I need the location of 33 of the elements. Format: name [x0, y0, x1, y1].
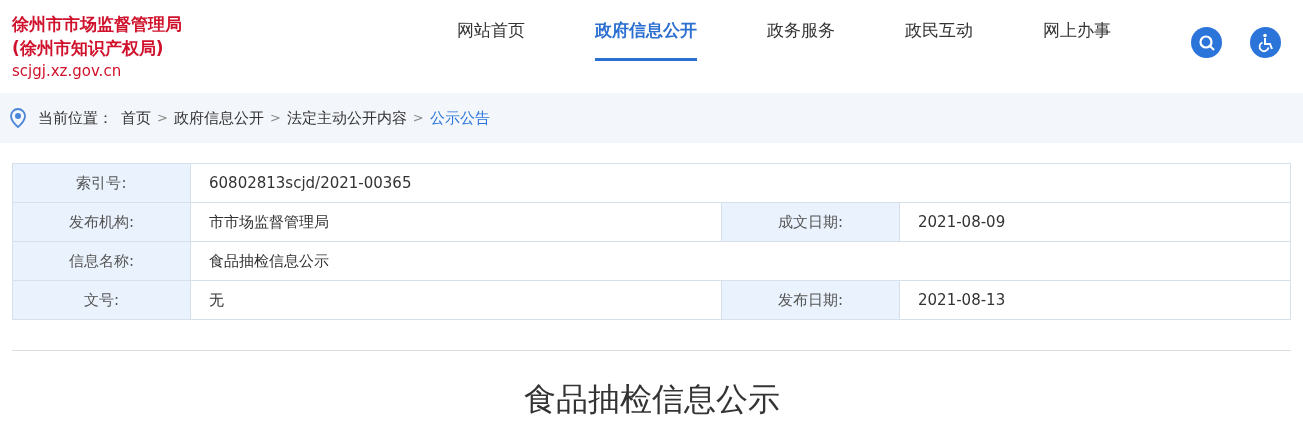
field-value: 2021-08-13 — [899, 280, 1291, 320]
field-value: 60802813scjd/2021-00365 — [190, 163, 1291, 203]
field-label: 索引号: — [12, 163, 191, 203]
field-label: 文号: — [12, 280, 191, 320]
article-title: 食品抽检信息公示 — [522, 379, 781, 420]
breadcrumb-separator: > — [157, 109, 168, 128]
nav-tab[interactable]: 政务服务 — [767, 18, 835, 61]
breadcrumb-link[interactable]: 政府信息公开 — [173, 106, 264, 130]
breadcrumb-separator: > — [269, 109, 281, 128]
nav-tab[interactable]: 网站首页 — [457, 18, 525, 61]
breadcrumb-link[interactable]: 首页 — [121, 106, 151, 130]
search-button[interactable] — [1191, 27, 1222, 58]
field-value: 市市场监督管理局 — [190, 202, 722, 242]
location-pin-icon — [10, 108, 26, 128]
field-label: 发布机构: — [12, 202, 191, 242]
breadcrumb-link[interactable]: 公示公告 — [429, 106, 490, 130]
field-value: 2021-08-09 — [899, 202, 1291, 242]
field-label: 成文日期: — [721, 202, 900, 242]
breadcrumb-link[interactable]: 法定主动公开内容 — [286, 106, 407, 130]
nav-tab[interactable]: 网上办事 — [1043, 18, 1111, 61]
search-icon — [1197, 33, 1216, 52]
site-domain: scjgj.xz.gov.cn — [12, 60, 123, 82]
field-value: 食品抽检信息公示 — [190, 241, 1291, 281]
breadcrumb-separator: > — [412, 109, 424, 128]
nav-tab[interactable]: 政府信息公开 — [595, 18, 697, 61]
field-value: 无 — [190, 280, 722, 320]
site-subtitle: (徐州市知识产权局) — [12, 36, 165, 60]
breadcrumb-label: 当前位置： — [38, 107, 113, 129]
field-label: 发布日期: — [721, 280, 900, 320]
nav-tab[interactable]: 政民互动 — [905, 18, 973, 61]
accessibility-button[interactable] — [1250, 27, 1281, 58]
site-title: 徐州市市场监督管理局 — [12, 12, 183, 36]
field-label: 信息名称: — [12, 241, 191, 281]
